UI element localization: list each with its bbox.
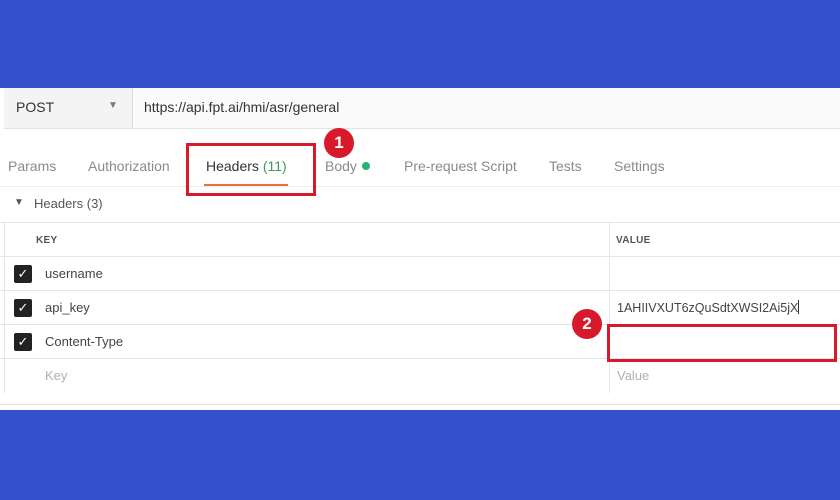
table-row: ✓ username (0, 256, 840, 291)
bottom-frame (0, 410, 840, 500)
method-dropdown[interactable]: POST ▼ (4, 88, 133, 128)
tab-body[interactable]: Body (325, 158, 370, 174)
request-tabs: Params Authorization Headers (11) Body P… (0, 142, 840, 187)
new-key-input[interactable]: Key (45, 368, 67, 383)
header-value-text: 1AHIIVXUT6zQuSdtXWSI2Ai5jX (617, 301, 799, 315)
table-left-border (4, 257, 5, 291)
header-key-cell[interactable]: Content-Type (45, 334, 123, 349)
request-bar: POST ▼ https://api.fpt.ai/hmi/asr/genera… (4, 88, 840, 129)
table-left-border (4, 359, 5, 393)
header-value-cell[interactable]: 1AHIIVXUT6zQuSdtXWSI2Ai5jX (617, 300, 800, 315)
checkbox-checked-icon[interactable]: ✓ (14, 265, 32, 283)
step-badge-1: 1 (324, 128, 354, 158)
highlight-box-value (607, 324, 837, 362)
status-dot-icon (361, 162, 370, 170)
url-input[interactable]: https://api.fpt.ai/hmi/asr/general (144, 99, 339, 115)
column-divider (609, 257, 610, 291)
table-left-border (4, 325, 5, 359)
section-title: Headers (3) (34, 196, 103, 211)
column-divider (609, 291, 610, 325)
table-left-border (4, 291, 5, 325)
tab-authorization[interactable]: Authorization (88, 158, 170, 174)
column-divider (609, 359, 610, 393)
new-value-input[interactable]: Value (617, 368, 649, 383)
column-header-key: KEY (36, 235, 58, 246)
header-key-cell[interactable]: api_key (45, 300, 90, 315)
table-row-new: Key Value (0, 358, 840, 393)
chevron-down-icon: ▼ (108, 100, 118, 111)
tab-body-label: Body (325, 158, 357, 174)
column-header-value: VALUE (616, 235, 651, 246)
tab-settings[interactable]: Settings (614, 158, 665, 174)
column-divider (609, 223, 610, 257)
tab-params[interactable]: Params (8, 158, 56, 174)
chevron-down-icon: ▼ (14, 197, 24, 208)
postman-request-panel: POST ▼ https://api.fpt.ai/hmi/asr/genera… (0, 88, 840, 410)
top-frame (0, 0, 840, 88)
tab-tests[interactable]: Tests (549, 158, 582, 174)
text-cursor-icon (798, 300, 800, 314)
checkbox-checked-icon[interactable]: ✓ (14, 333, 32, 351)
step-badge-2: 2 (572, 309, 602, 339)
table-left-border (4, 223, 5, 257)
method-label: POST (16, 99, 55, 115)
table-row: ✓ api_key 1AHIIVXUT6zQuSdtXWSI2Ai5jX (0, 290, 840, 325)
checkbox-checked-icon[interactable]: ✓ (14, 299, 32, 317)
table-header-row: KEY VALUE (0, 222, 840, 257)
headers-section-toggle[interactable]: ▼ Headers (3) (0, 186, 840, 221)
header-key-cell[interactable]: username (45, 266, 103, 281)
tab-pre-request-script[interactable]: Pre-request Script (404, 158, 517, 174)
highlight-box-headers (186, 143, 316, 196)
